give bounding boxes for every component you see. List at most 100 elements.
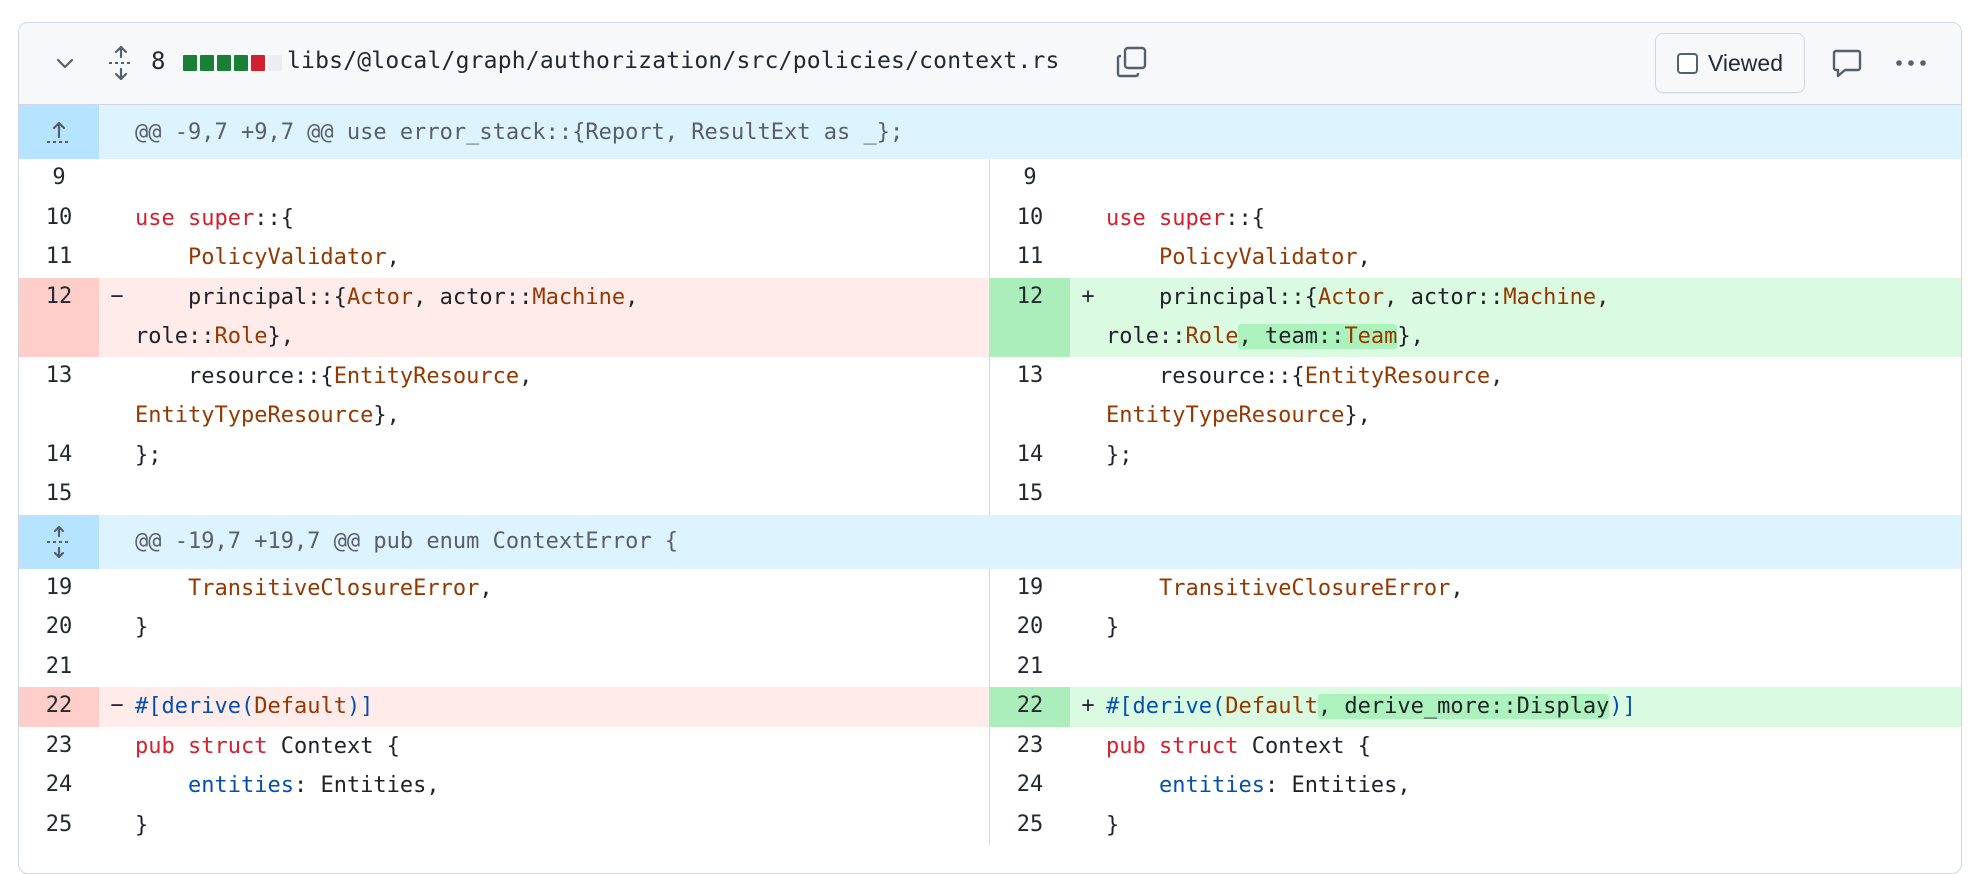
viewed-label: Viewed [1707, 49, 1784, 76]
line-marker [99, 475, 135, 515]
diff-row: 25} 25} [19, 805, 1961, 846]
code-line: TransitiveClosureError, [1158, 575, 1464, 601]
line-marker [99, 727, 135, 767]
diffstat-block [268, 55, 282, 71]
diff-row: 9 9 [19, 159, 1961, 199]
code-line: PolicyValidator, [187, 245, 400, 270]
line-marker [99, 159, 135, 199]
line-number[interactable]: 19 [19, 569, 99, 609]
code-line-added: #[derive(Default, derive_more::Display)] [1106, 687, 1961, 727]
diffstat-block [234, 55, 248, 71]
code-line: use super::{ [135, 205, 294, 231]
line-number[interactable]: 25 [990, 806, 1070, 846]
line-number[interactable]: 23 [990, 727, 1070, 767]
line-number[interactable]: 12 [990, 277, 1070, 357]
code-line: } [135, 812, 149, 838]
code-line: pub struct Context { [135, 733, 400, 759]
kebab-horizontal-icon[interactable] [1893, 47, 1929, 79]
line-number[interactable]: 10 [990, 199, 1070, 239]
line-number[interactable]: 20 [19, 608, 99, 648]
line-number[interactable]: 14 [990, 436, 1070, 476]
code-line: entities: Entities, [1158, 773, 1411, 798]
line-number[interactable]: 15 [990, 475, 1070, 515]
line-number[interactable]: 11 [990, 238, 1070, 278]
code-line: resource::{EntityResource, EntityTypeRes… [1106, 363, 1504, 429]
addition-marker: + [1070, 277, 1106, 357]
line-number[interactable]: 10 [19, 199, 99, 239]
diffstat-block [200, 55, 214, 71]
viewed-checkbox[interactable] [1676, 52, 1698, 74]
line-number[interactable]: 21 [990, 648, 1070, 688]
diff-row: 19 TransitiveClosureError, 19 Transitive… [19, 568, 1961, 609]
code-line: PolicyValidator, [1158, 245, 1371, 270]
line-marker [99, 436, 135, 476]
diff-row: 24 entities: Entities, 24 entities: Enti… [19, 766, 1961, 806]
addition-marker: + [1070, 687, 1106, 727]
diff-row: 21 21 [19, 647, 1961, 688]
line-marker [99, 806, 135, 846]
code-line: }; [135, 442, 162, 468]
diff-row: 15 15 [19, 475, 1961, 515]
line-number[interactable]: 20 [990, 608, 1070, 648]
line-marker [1070, 357, 1106, 436]
diff-row: 23 pub struct Context { 23 pub struct Cont… [19, 726, 1961, 767]
diffstat-block [251, 55, 265, 71]
diff-row: 13 resource::{EntityResource, EntityType… [19, 356, 1961, 436]
line-number[interactable]: 9 [990, 159, 1070, 199]
line-number[interactable]: 14 [19, 436, 99, 476]
line-marker [1070, 436, 1106, 476]
line-number[interactable]: 12 [19, 277, 99, 357]
line-marker [1070, 569, 1106, 609]
line-marker [1070, 727, 1106, 767]
line-number[interactable]: 13 [990, 357, 1070, 436]
code-line: }; [1106, 442, 1133, 468]
diff-file: 8 libs/@local/graph/authorization/src/po… [18, 22, 1962, 874]
copy-icon[interactable] [1115, 45, 1149, 79]
diff-row: 12− principal::{Actor, actor::Machine, r… [19, 277, 1961, 357]
diff-row: 20} 20} [19, 608, 1961, 648]
line-number[interactable]: 15 [19, 475, 99, 515]
code-line: } [135, 615, 149, 640]
line-number[interactable]: 25 [19, 806, 99, 846]
hunk-text: @@ -9,7 +9,7 @@ use error_stack::{Report… [135, 119, 904, 145]
hunk-header: @@ -9,7 +9,7 @@ use error_stack::{Report… [19, 105, 1961, 159]
chevron-down-icon[interactable] [53, 51, 77, 75]
line-number[interactable]: 21 [19, 648, 99, 688]
line-number[interactable]: 23 [19, 727, 99, 767]
diff-row: 22− #[derive(Default)] 22 + #[derive(Defaul… [19, 687, 1961, 727]
line-number[interactable]: 22 [990, 687, 1070, 727]
line-marker [1070, 648, 1106, 688]
code-line: TransitiveClosureError, [187, 575, 493, 601]
line-marker [99, 569, 135, 609]
file-path[interactable]: libs/@local/graph/authorization/src/poli… [287, 48, 1060, 74]
line-number[interactable]: 13 [19, 357, 99, 436]
line-number[interactable]: 19 [990, 569, 1070, 609]
diffstat-block [217, 55, 231, 71]
expand-up-icon[interactable] [19, 105, 99, 159]
hunk-text: @@ -19,7 +19,7 @@ pub enum ContextError … [135, 529, 679, 554]
line-number[interactable]: 9 [19, 159, 99, 199]
line-marker [1070, 766, 1106, 806]
line-number[interactable]: 11 [19, 238, 99, 278]
file-header: 8 libs/@local/graph/authorization/src/po… [19, 23, 1961, 105]
line-marker [99, 199, 135, 239]
line-number[interactable]: 22 [19, 687, 99, 727]
code-line: } [1106, 615, 1120, 640]
line-number[interactable]: 24 [19, 766, 99, 806]
change-count: 8 [151, 47, 166, 75]
line-number[interactable]: 24 [990, 766, 1070, 806]
comment-icon[interactable] [1831, 47, 1863, 79]
unfold-icon[interactable] [19, 514, 99, 569]
viewed-toggle[interactable]: Viewed [1655, 33, 1805, 93]
line-marker [1070, 608, 1106, 648]
split-diff: @@ -9,7 +9,7 @@ use error_stack::{Report… [19, 105, 1961, 845]
line-marker [99, 608, 135, 648]
code-line: } [1106, 812, 1120, 838]
unfold-icon[interactable] [107, 45, 135, 81]
